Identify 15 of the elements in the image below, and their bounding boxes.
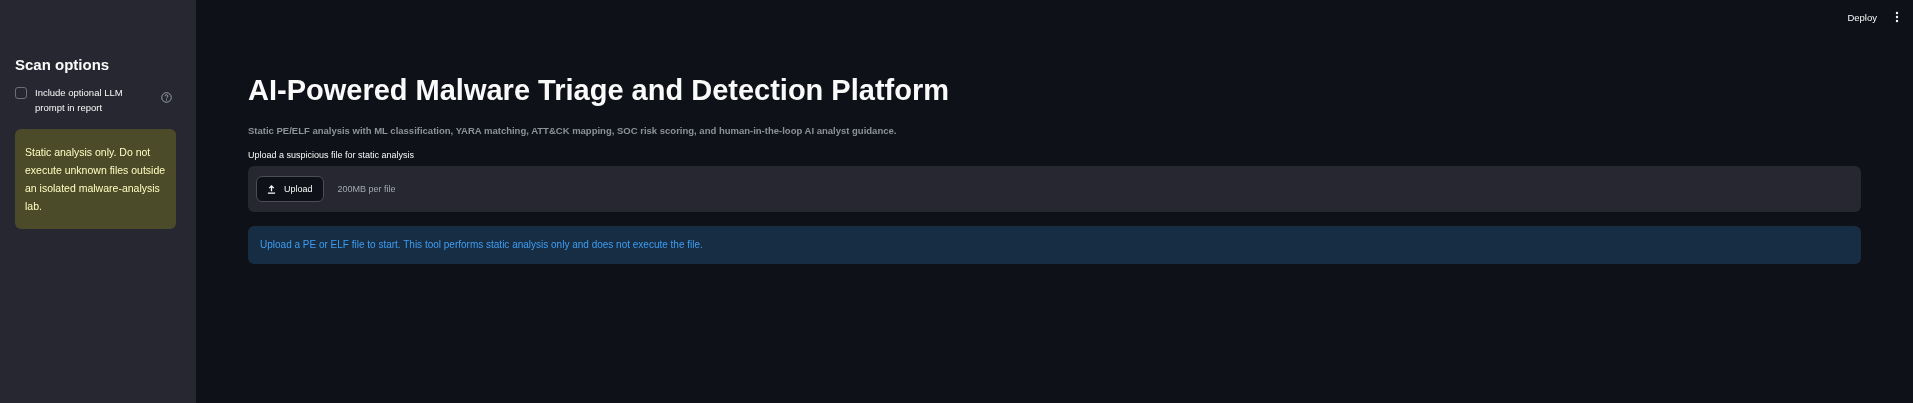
warning-alert: Static analysis only. Do not execute unknown files outside an isolated malware-analysis lab.	[15, 129, 176, 229]
sidebar-title: Scan options	[15, 56, 111, 73]
upload-button[interactable]: Upload	[256, 176, 324, 202]
page-title: AI-Powered Malware Triage and Detection Platform	[248, 74, 950, 107]
menu-icon[interactable]	[1895, 11, 1899, 23]
uploader-label: Upload a suspicious file for static analysis	[248, 150, 416, 160]
info-alert: Upload a PE or ELF file to start. This tool performs static analysis only and does not execute the file.	[248, 226, 1861, 264]
file-limit-text: 200MB per file	[337, 184, 396, 194]
page-subtitle: Static PE/ELF analysis with ML classification, YARA matching, ATT&CK mapping, SOC risk scoring, and human-in-the-loop AI analyst guidance.	[248, 125, 898, 136]
upload-icon	[267, 184, 276, 194]
file-dropzone[interactable]: Upload 200MB per file	[248, 166, 1861, 212]
checkbox-label[interactable]: Include optional LLM prompt in report	[35, 85, 153, 115]
checkbox[interactable]	[15, 87, 27, 99]
deploy-button[interactable]: Deploy	[1843, 9, 1881, 25]
help-icon[interactable]	[161, 92, 172, 103]
